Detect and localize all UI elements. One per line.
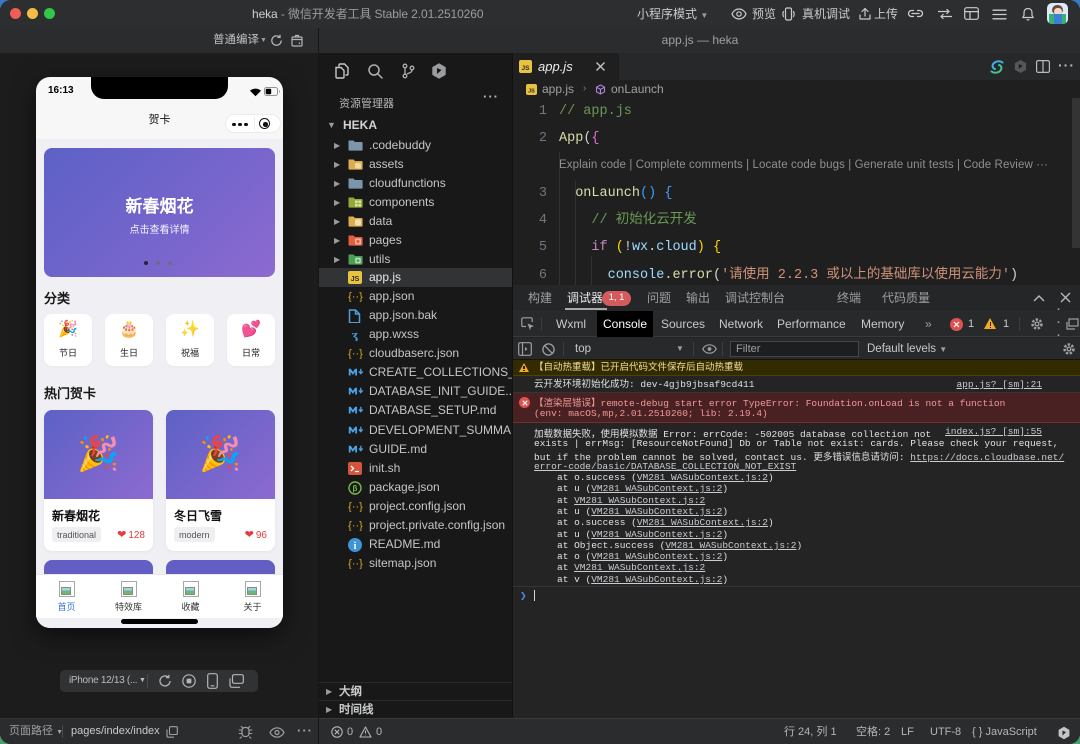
svg-text:JS: JS [351,276,360,283]
svg-text:{··}: {··} [348,520,363,531]
svg-text:β: β [353,484,358,493]
svg-text:JS: JS [522,65,531,72]
svg-text:i: i [354,541,357,552]
svg-text:JS: JS [528,88,535,94]
svg-text:{··}: {··} [348,501,363,512]
svg-text:{··}: {··} [348,558,363,569]
svg-text:ʒ: ʒ [352,329,358,342]
svg-text:{··}: {··} [348,348,363,359]
svg-text:{··}: {··} [348,291,363,302]
